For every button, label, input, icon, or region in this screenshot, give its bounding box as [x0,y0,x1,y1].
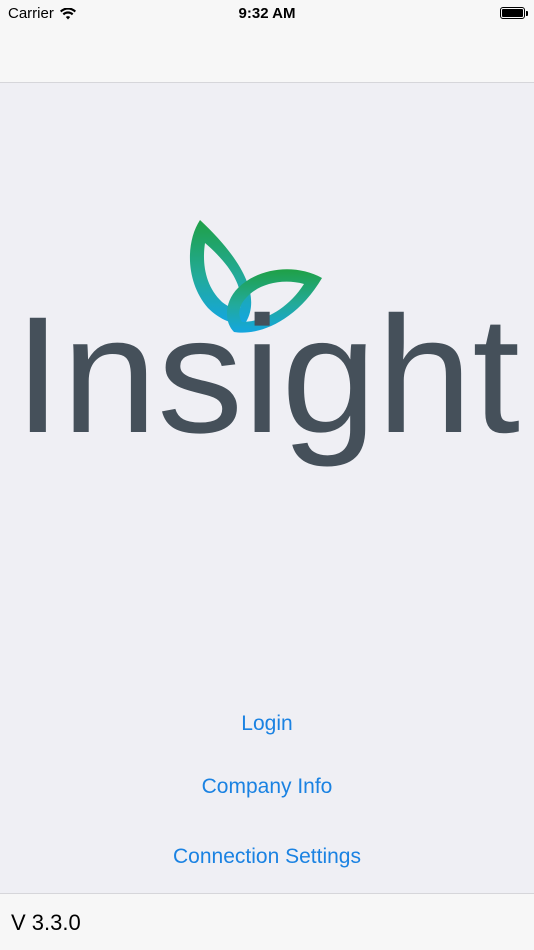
login-link[interactable]: Login [0,712,534,736]
battery-fill [502,9,523,17]
version-label: V 3.3.0 [11,910,81,935]
wordmark: Insight [14,283,520,468]
connection-settings-link[interactable]: Connection Settings [0,845,534,869]
insight-logo: Insight [14,220,520,468]
app-screen: Carrier 9:32 AM Insight Login Company In… [0,0,534,950]
navigation-bar [0,28,534,83]
status-bar: Carrier 9:32 AM [0,0,534,28]
battery-icon [500,7,528,19]
company-info-link[interactable]: Company Info [0,775,534,799]
footer-bar: V 3.3.0 [0,893,534,950]
status-time: 9:32 AM [238,5,296,22]
